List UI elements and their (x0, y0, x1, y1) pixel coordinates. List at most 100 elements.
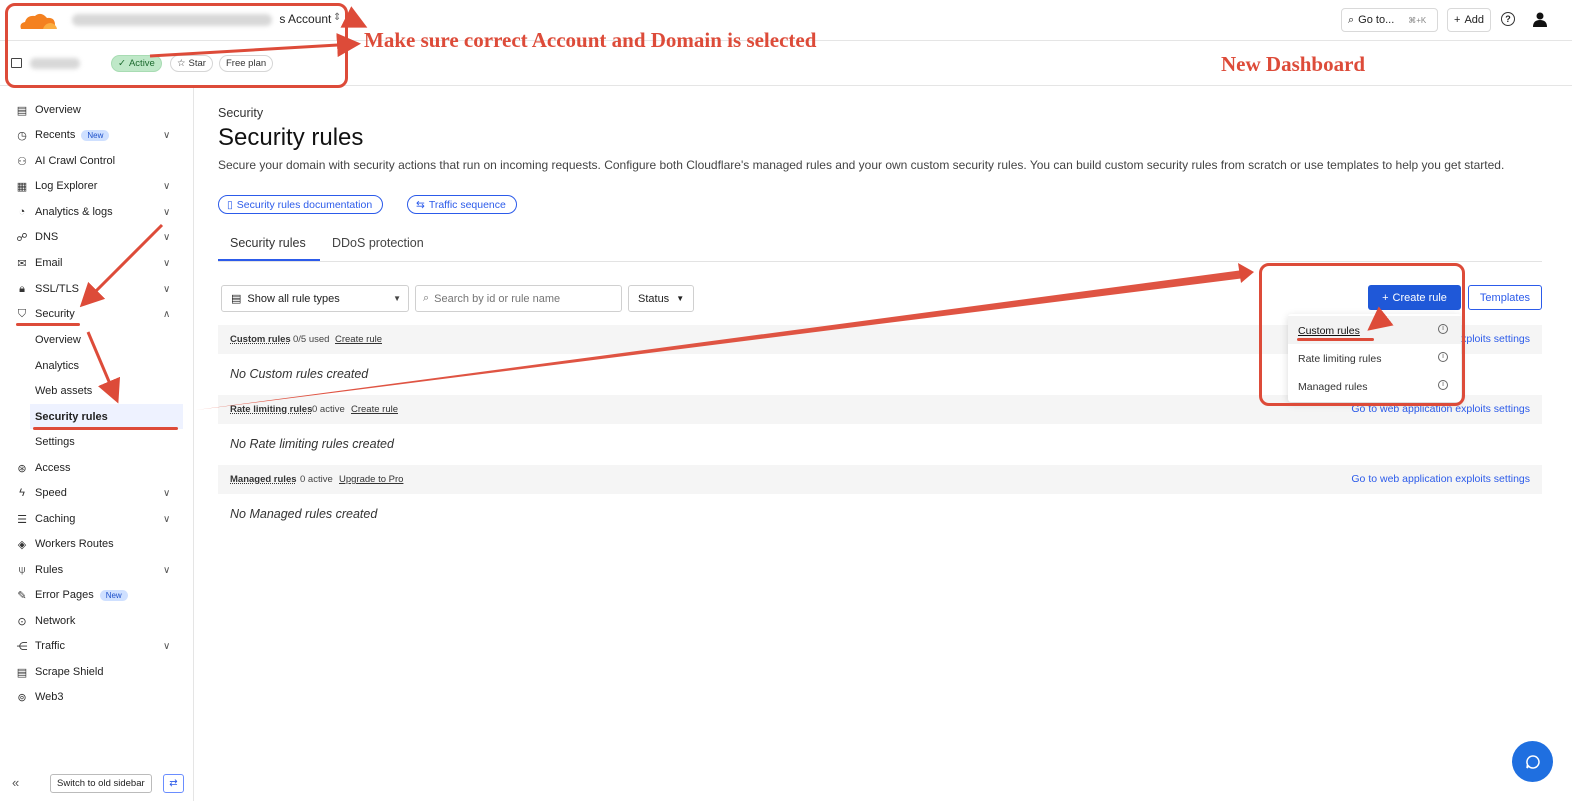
sidebar-item-ai-crawl-control[interactable]: ⚇ AI Crawl Control (0, 149, 194, 173)
book-icon: ▯ (227, 198, 233, 211)
swap-icon: ⇆ (416, 198, 425, 211)
search-input[interactable] (434, 292, 610, 305)
search-input-wrapper: ⌕ (415, 285, 622, 312)
traffic-sequence-link[interactable]: ⇆ Traffic sequence (407, 195, 517, 214)
access-icon: ⊛ (17, 462, 27, 475)
chevron-down-icon: ∨ (163, 206, 171, 218)
section-title[interactable]: Custom rules (230, 334, 291, 345)
sidebar-item-log-explorer[interactable]: ▦ Log Explorer ∨ (0, 174, 194, 198)
lock-icon: 🔒︎ (19, 282, 25, 295)
section-action-link[interactable]: Create rule (335, 334, 382, 345)
help-icon[interactable]: ? (1501, 12, 1515, 26)
status-filter[interactable]: Status ▼ (628, 285, 694, 312)
section-header-managed-rules: Managed rules 0 active Upgrade to Pro Go… (218, 465, 1542, 494)
page-title: Security rules (218, 124, 364, 151)
shield-icon: ⛉ (17, 307, 27, 320)
security-sub-settings[interactable]: Settings (35, 436, 75, 448)
caret-down-icon: ▼ (676, 294, 685, 303)
sidebar-item-speed[interactable]: ϟ Speed ∨ (0, 481, 194, 505)
add-button[interactable]: + Add (1447, 8, 1491, 32)
chart-pie-icon: ◔ (18, 206, 26, 218)
rules-icon: ⍦ (18, 563, 26, 576)
section-settings-link[interactable]: Go to web application exploits settings (1351, 473, 1530, 485)
tab-ddos-protection[interactable]: DDoS protection (332, 236, 424, 250)
collapse-sidebar-icon[interactable]: « (12, 775, 19, 790)
breadcrumb[interactable]: Security (218, 106, 263, 120)
sidebar-item-access[interactable]: ⊛ Access (0, 456, 194, 480)
security-sub-analytics[interactable]: Analytics (35, 360, 79, 372)
section-title[interactable]: Rate limiting rules (230, 404, 312, 415)
sidebar-item-overview[interactable]: ▤ Overview (0, 98, 194, 122)
sidebar-item-web3[interactable]: ⊚ Web3 (0, 685, 194, 709)
chevron-up-icon: ∧ (163, 308, 171, 320)
security-sub-security-rules[interactable]: Security rules (35, 411, 108, 423)
list-icon: ▤ (231, 293, 242, 305)
annotation-box-account (5, 3, 348, 88)
security-sub-web-assets[interactable]: Web assets (35, 385, 92, 397)
sidebar-item-scrape-shield[interactable]: ▤ Scrape Shield (0, 660, 194, 684)
chat-button[interactable] (1512, 741, 1553, 782)
sidebar-item-workers-routes[interactable]: ◈ Workers Routes (0, 532, 194, 556)
document-icon: ▤ (16, 104, 28, 117)
clock-icon: ◷ (17, 129, 27, 142)
search-icon: ⌕ (1348, 13, 1355, 26)
search-icon: ⌕ (423, 292, 430, 304)
templates-button[interactable]: Templates (1468, 285, 1542, 310)
annotation-note-dashboard: New Dashboard (1221, 52, 1366, 76)
bolt-icon: ϟ (19, 487, 25, 499)
user-icon[interactable] (1532, 11, 1548, 27)
section-count: 0/5 used (293, 334, 330, 345)
section-action-link[interactable]: Create rule (351, 404, 398, 415)
section-count: 0 active (300, 474, 333, 485)
empty-state: No Custom rules created (230, 367, 369, 381)
new-badge: New (81, 130, 110, 141)
sidebar-item-traffic[interactable]: ⋲ Traffic ∨ (0, 634, 194, 658)
web3-icon: ⊚ (17, 691, 27, 704)
sidebar-item-rules[interactable]: ⍦ Rules ∨ (0, 558, 194, 582)
goto-button[interactable]: ⌕ Go to... ⌘+K (1341, 8, 1438, 32)
traffic-icon: ⋲ (16, 640, 28, 653)
annotation-underline-security-rules (33, 427, 178, 430)
sidebar-item-email[interactable]: ✉ Email ∨ (0, 251, 194, 275)
sidebar-item-dns[interactable]: ☍ DNS ∨ (0, 225, 194, 249)
rule-type-select[interactable]: ▤ Show all rule types ▼ (221, 285, 409, 312)
empty-state: No Managed rules created (230, 507, 378, 521)
chevron-down-icon: ∨ (163, 487, 171, 499)
sidebar-item-ssl-tls[interactable]: 🔒︎ SSL/TLS ∨ (0, 277, 194, 301)
tab-security-rules[interactable]: Security rules (230, 236, 306, 250)
documentation-link[interactable]: ▯ Security rules documentation (218, 195, 384, 214)
goto-label: Go to... (1358, 14, 1395, 26)
sidebar-item-network[interactable]: ⊙ Network (0, 609, 194, 633)
new-badge: New (99, 590, 128, 601)
arrow-to-create-rule-head (1238, 263, 1254, 283)
security-sub-overview[interactable]: Overview (35, 334, 81, 346)
sidebar-item-error-pages[interactable]: ✎ Error Pages New (0, 583, 194, 607)
section-title[interactable]: Managed rules (230, 474, 297, 485)
sidebar-item-caching[interactable]: ☰ Caching ∨ (0, 507, 194, 531)
chat-bubble-icon (1525, 754, 1540, 769)
documentation-link-label: Security rules documentation (236, 198, 373, 211)
chevron-down-icon: ∨ (163, 257, 171, 269)
chevron-down-icon: ∨ (163, 513, 171, 525)
sidebar-footer: « Switch to old sidebar ⇄ (0, 769, 194, 799)
active-tab-indicator (218, 259, 320, 261)
sidebar: ▤ Overview ◷ Recents New ∨ ⚇ AI Crawl Control… (0, 86, 194, 801)
section-count: 0 active (312, 404, 345, 415)
page-icon: ▤ (16, 666, 28, 679)
tab-bar: Security rules DDoS protection (218, 229, 1542, 262)
robot-icon: ⚇ (17, 155, 27, 168)
annotation-box-create-rule (1259, 263, 1465, 406)
status-filter-label: Status (638, 292, 670, 305)
sidebar-item-label: Recents (35, 129, 76, 141)
database-icon: ☰ (17, 513, 27, 526)
sidebar-item-analytics-logs[interactable]: ◔ Analytics & logs ∨ (0, 200, 194, 224)
pin-sidebar-icon[interactable]: ⇄ (163, 774, 184, 793)
annotation-underline-custom-rules (1297, 338, 1374, 341)
section-action-link[interactable]: Upgrade to Pro (339, 474, 403, 485)
caret-down-icon: ▼ (393, 294, 401, 303)
switch-old-sidebar-button[interactable]: Switch to old sidebar (50, 774, 152, 793)
goto-shortcut: ⌘+K (1408, 15, 1427, 25)
rule-type-value: Show all rule types (247, 292, 340, 305)
sidebar-item-recents[interactable]: ◷ Recents New ∨ (0, 123, 194, 147)
add-label: Add (1464, 14, 1485, 26)
